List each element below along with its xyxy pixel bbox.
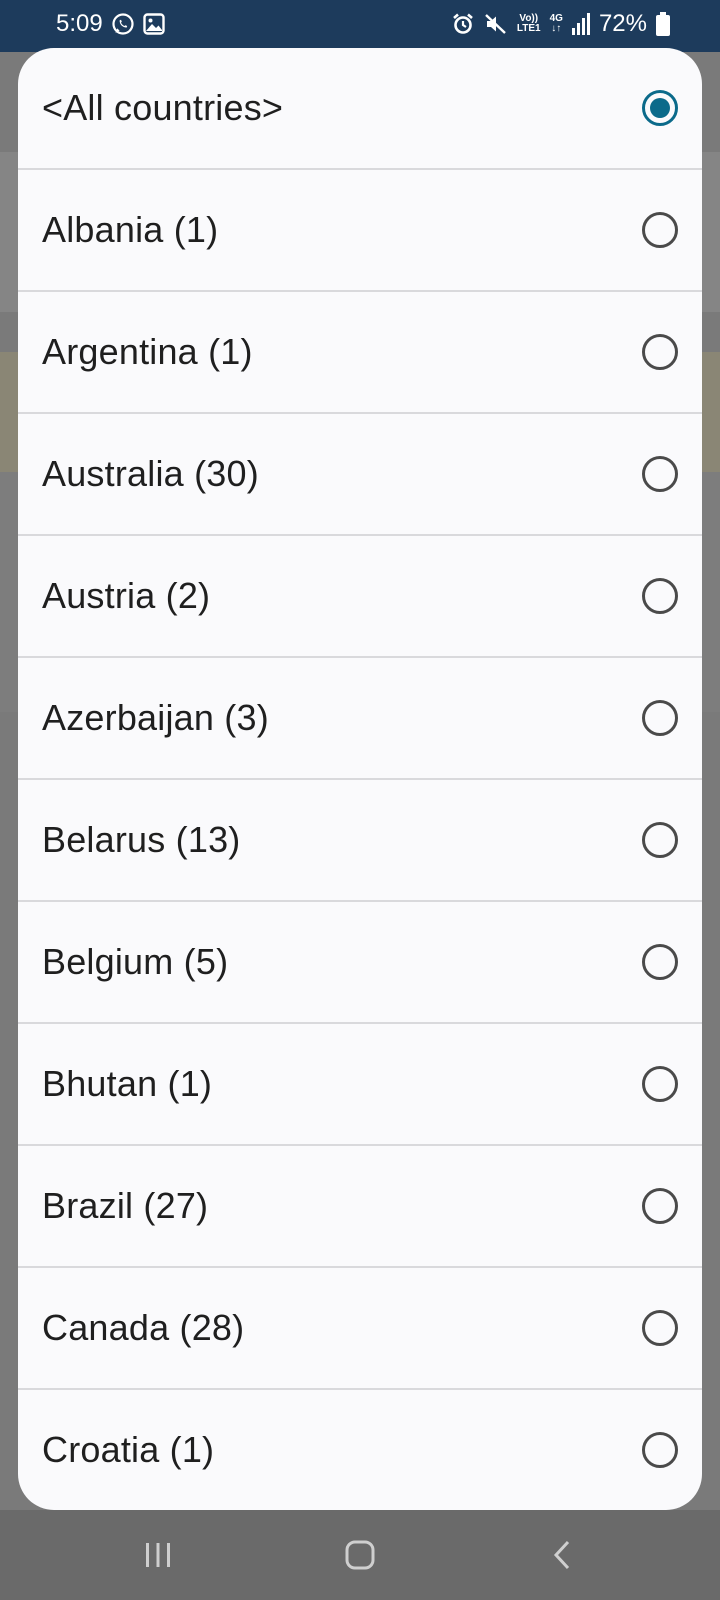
status-time: 5:09 (56, 10, 103, 37)
radio-unselected-icon[interactable] (642, 212, 678, 248)
option-label: Austria (2) (42, 575, 211, 616)
radio-unselected-icon[interactable] (642, 334, 678, 370)
option-croatia[interactable]: Croatia (1) (18, 1390, 702, 1510)
home-icon[interactable] (330, 1532, 390, 1578)
status-left: 5:09 (56, 10, 165, 38)
option-label: Croatia (1) (42, 1429, 215, 1470)
option-label: Belgium (5) (42, 941, 229, 982)
recent-apps-icon[interactable] (128, 1532, 188, 1578)
country-select-dialog: <All countries> Albania (1) Argentina (1… (18, 48, 702, 1510)
option-label: Brazil (27) (42, 1185, 209, 1226)
option-albania[interactable]: Albania (1) (18, 170, 702, 292)
network-type-icon: 4G ↓↑ (550, 14, 563, 34)
data-arrows-icon: ↓↑ (551, 23, 562, 34)
radio-unselected-icon[interactable] (642, 700, 678, 736)
status-bar: 5:09 Vo)) LTE1 4G ↓↑ 72% (0, 0, 720, 52)
option-all-countries[interactable]: <All countries> (18, 48, 702, 170)
radio-unselected-icon[interactable] (642, 456, 678, 492)
back-icon[interactable] (532, 1532, 592, 1578)
radio-selected-icon[interactable] (642, 90, 678, 126)
option-label: Azerbaijan (3) (42, 697, 269, 738)
option-canada[interactable]: Canada (28) (18, 1268, 702, 1390)
radio-unselected-icon[interactable] (642, 822, 678, 858)
option-bhutan[interactable]: Bhutan (1) (18, 1024, 702, 1146)
whatsapp-icon (111, 12, 135, 36)
mute-icon (484, 12, 508, 36)
signal-icon (571, 13, 590, 35)
option-label: Bhutan (1) (42, 1063, 213, 1104)
option-label: Canada (28) (42, 1307, 245, 1348)
alarm-icon (451, 12, 475, 36)
option-argentina[interactable]: Argentina (1) (18, 292, 702, 414)
option-label: Australia (30) (42, 453, 259, 494)
option-austria[interactable]: Austria (2) (18, 536, 702, 658)
radio-unselected-icon[interactable] (642, 1310, 678, 1346)
option-label: Albania (1) (42, 209, 219, 250)
option-label: Belarus (13) (42, 819, 241, 860)
battery-icon (656, 12, 670, 36)
option-belgium[interactable]: Belgium (5) (18, 902, 702, 1024)
option-belarus[interactable]: Belarus (13) (18, 780, 702, 902)
option-label: <All countries> (42, 87, 284, 128)
battery-percent: 72% (598, 10, 647, 37)
radio-unselected-icon[interactable] (642, 1432, 678, 1468)
network-volte-icon: Vo)) LTE1 (517, 14, 541, 34)
radio-unselected-icon[interactable] (642, 1066, 678, 1102)
option-label: Argentina (1) (42, 331, 253, 372)
option-azerbaijan[interactable]: Azerbaijan (3) (18, 658, 702, 780)
option-australia[interactable]: Australia (30) (18, 414, 702, 536)
status-right: Vo)) LTE1 4G ↓↑ 72% (451, 10, 670, 38)
navigation-bar (0, 1510, 720, 1600)
option-brazil[interactable]: Brazil (27) (18, 1146, 702, 1268)
gallery-icon (143, 13, 165, 35)
radio-unselected-icon[interactable] (642, 1188, 678, 1224)
radio-unselected-icon[interactable] (642, 944, 678, 980)
lte-label: LTE1 (516, 23, 541, 34)
radio-unselected-icon[interactable] (642, 578, 678, 614)
